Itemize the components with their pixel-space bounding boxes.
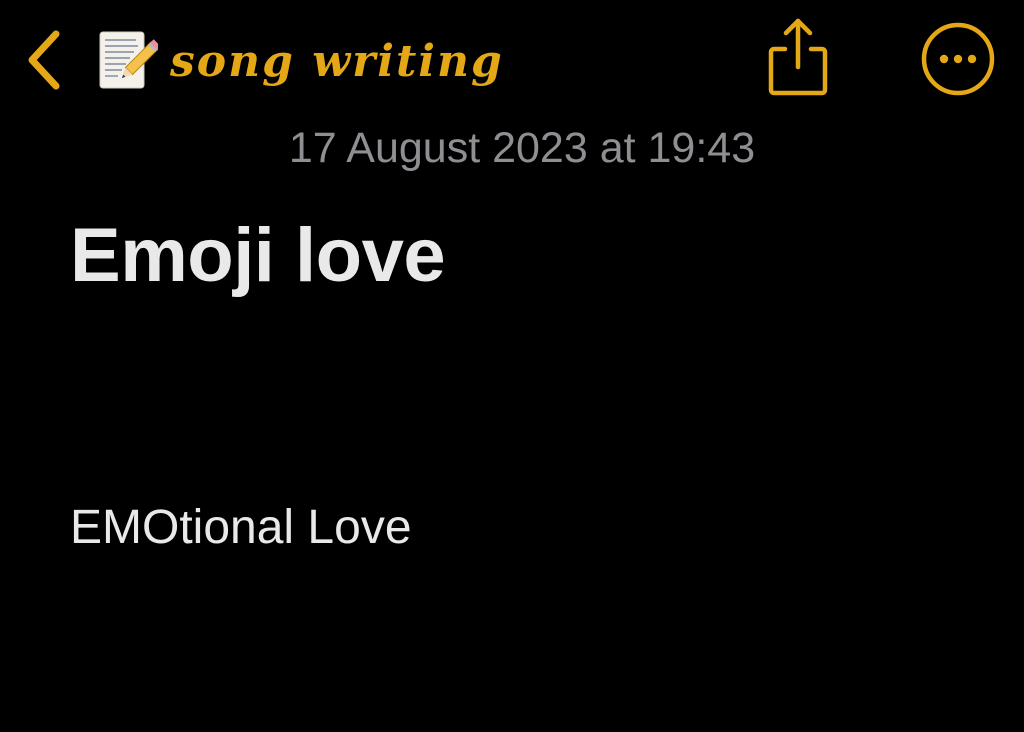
note-title[interactable]: Emoji love <box>70 212 446 299</box>
memo-icon <box>99 31 158 89</box>
share-icon <box>768 18 828 96</box>
note-date: 17 August 2023 at 19:43 <box>288 124 756 172</box>
folder-name: song writing <box>170 35 504 87</box>
folder-title[interactable]: song writing <box>96 26 504 96</box>
share-button[interactable] <box>758 14 838 100</box>
note-screen: song writing 17 August 2023 at 19:43 Emo… <box>0 0 1024 732</box>
back-button[interactable] <box>18 22 70 98</box>
note-body[interactable]: EMOtional Love <box>70 500 412 555</box>
ellipsis-circle-icon <box>921 22 995 96</box>
chevron-left-icon <box>28 30 60 90</box>
more-button[interactable] <box>916 20 1000 98</box>
